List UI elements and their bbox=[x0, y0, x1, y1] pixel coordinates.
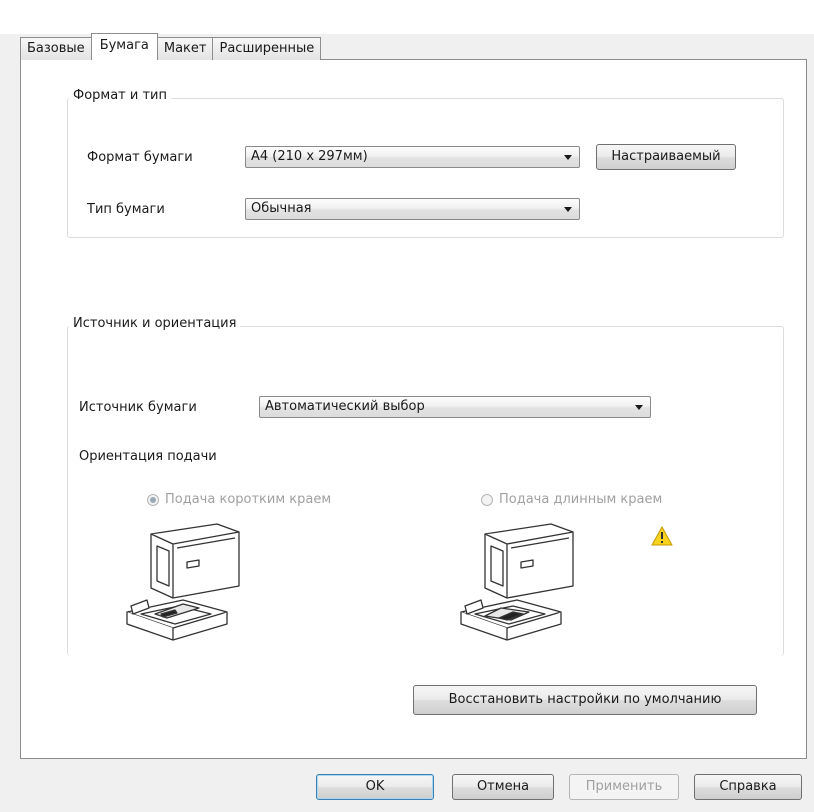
paper-type-label: Тип бумаги bbox=[87, 202, 165, 217]
format-type-title: Формат и тип bbox=[69, 88, 171, 103]
chevron-down-icon bbox=[635, 405, 643, 410]
restore-defaults-button[interactable]: Восстановить настройки по умолчанию bbox=[413, 685, 757, 715]
paper-source-value: Автоматический выбор bbox=[265, 399, 425, 414]
custom-size-button[interactable]: Настраиваемый bbox=[596, 144, 736, 170]
title-area bbox=[0, 0, 814, 34]
ok-button[interactable]: OK bbox=[316, 774, 434, 800]
apply-button[interactable]: Применить bbox=[569, 774, 679, 800]
chevron-down-icon bbox=[564, 207, 572, 212]
long-edge-option[interactable]: Подача длинным краем bbox=[481, 492, 662, 507]
paper-size-label: Формат бумаги bbox=[87, 150, 193, 165]
printer-short-edge-icon bbox=[126, 523, 240, 641]
long-edge-label: Подача длинным краем bbox=[499, 492, 663, 507]
paper-size-value: A4 (210 x 297мм) bbox=[251, 149, 368, 164]
warning-icon bbox=[651, 526, 673, 546]
tab-basic[interactable]: Базовые bbox=[20, 37, 92, 60]
paper-type-select[interactable]: Обычная bbox=[245, 198, 580, 220]
short-edge-label: Подача коротким краем bbox=[165, 492, 332, 507]
paper-size-select[interactable]: A4 (210 x 297мм) bbox=[245, 146, 580, 168]
long-edge-radio[interactable] bbox=[481, 493, 493, 506]
paper-type-value: Обычная bbox=[251, 201, 312, 216]
tab-paper[interactable]: Бумага bbox=[90, 33, 158, 60]
tab-panel-paper: Формат и тип Формат бумаги A4 (210 x 297… bbox=[20, 59, 807, 759]
printer-properties-dialog: Базовые Бумага Макет Расширенные Формат … bbox=[0, 0, 814, 812]
short-edge-radio[interactable] bbox=[147, 493, 159, 506]
source-orientation-title: Источник и ориентация bbox=[69, 316, 241, 331]
short-edge-option[interactable]: Подача коротким краем bbox=[147, 492, 331, 507]
tab-bar: Базовые Бумага Макет Расширенные bbox=[20, 33, 322, 60]
printer-long-edge-icon bbox=[460, 523, 574, 641]
feed-orientation-label: Ориентация подачи bbox=[79, 449, 217, 464]
cancel-button[interactable]: Отмена bbox=[452, 774, 554, 800]
paper-source-label: Источник бумаги bbox=[79, 400, 197, 415]
chevron-down-icon bbox=[564, 155, 572, 160]
paper-source-select[interactable]: Автоматический выбор bbox=[259, 396, 651, 418]
help-button[interactable]: Справка bbox=[694, 774, 802, 800]
tab-advanced[interactable]: Расширенные bbox=[212, 37, 322, 60]
tab-layout[interactable]: Макет bbox=[156, 37, 214, 60]
